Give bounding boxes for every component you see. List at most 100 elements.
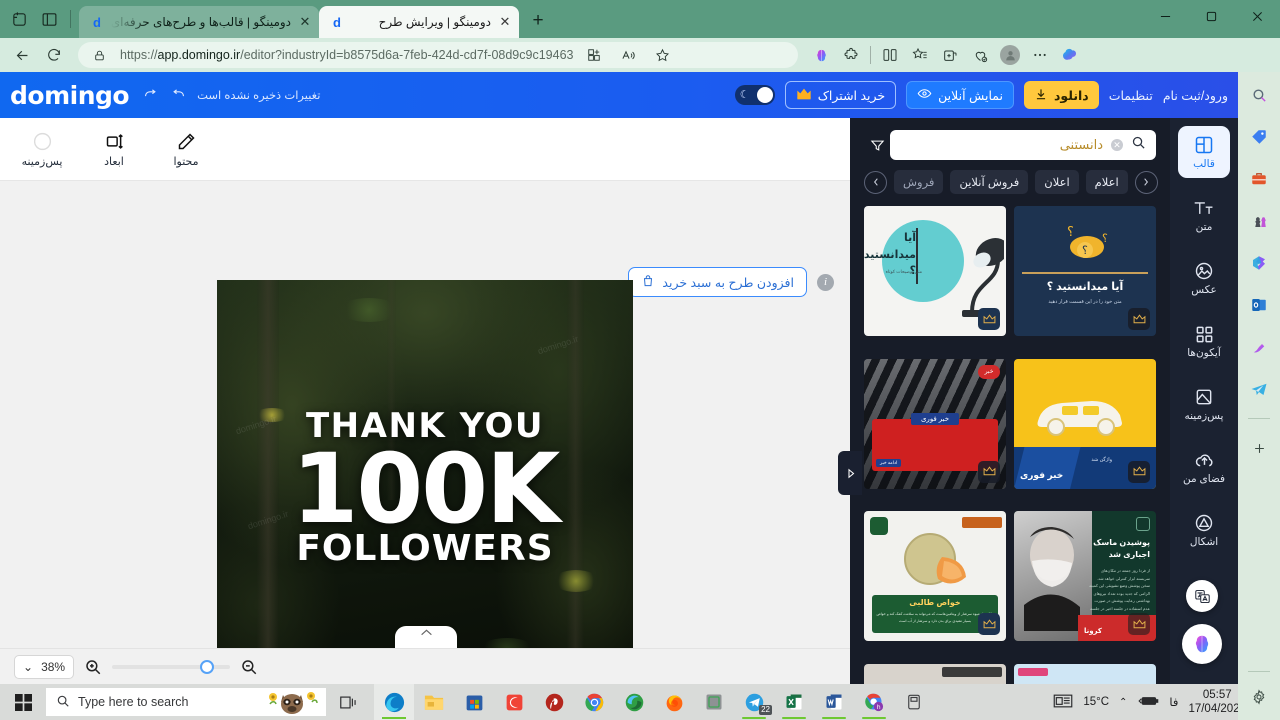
artboard-line-2[interactable]: 100K: [292, 441, 561, 537]
new-tab-button[interactable]: +: [523, 6, 553, 36]
settings-link[interactable]: تنظیمات: [1109, 88, 1153, 103]
zoom-in-icon[interactable]: [84, 658, 102, 676]
taskbar-app-file-explorer-icon[interactable]: [414, 684, 454, 720]
settings-gear-icon[interactable]: [1246, 684, 1272, 710]
refresh-icon[interactable]: [40, 42, 68, 68]
canvas-collapse-handle[interactable]: [395, 626, 457, 648]
search-icon[interactable]: [1246, 82, 1272, 108]
battery-charging-icon[interactable]: [1137, 694, 1159, 711]
split-screen-icon[interactable]: [877, 42, 903, 68]
taskbar-app-notepad-icon[interactable]: [694, 684, 734, 720]
rail-item-icons[interactable]: آیکون‌ها: [1178, 315, 1230, 367]
taskbar-app-microsoft-store-icon[interactable]: [454, 684, 494, 720]
image-creator-icon[interactable]: [1246, 334, 1272, 360]
rail-item-template[interactable]: قالب: [1178, 126, 1230, 178]
taskbar-app-internet-download-manager-icon[interactable]: [614, 684, 654, 720]
tool-content[interactable]: محتوا: [162, 131, 210, 168]
games-icon[interactable]: [1246, 208, 1272, 234]
template-card-mask-mandatory[interactable]: پوشیدن ماسک اجباری شد از فردا روز جمعه د…: [1014, 511, 1156, 641]
taskbar-app-pinterest-icon[interactable]: [534, 684, 574, 720]
zoom-out-icon[interactable]: [240, 658, 258, 676]
split-pane-icon[interactable]: [38, 8, 60, 30]
redo-icon[interactable]: [139, 84, 161, 106]
template-card-did-you-know-lamp[interactable]: آیا میدانستید ؟ متن توضیحات کوتاه: [864, 206, 1006, 336]
download-button[interactable]: دانلود: [1023, 81, 1099, 109]
tools-briefcase-icon[interactable]: [1246, 166, 1272, 192]
rail-item-background[interactable]: پس‌زمینه: [1178, 378, 1230, 430]
info-icon[interactable]: i: [817, 273, 834, 291]
template-card-breaking-news-car[interactable]: خبر فوری واژگن شد: [1014, 358, 1156, 489]
template-card-did-you-know-dark[interactable]: ؟ ؟ ؟ آیا میدانستید ؟ متن خود را در این …: [1014, 206, 1156, 336]
dark-mode-toggle[interactable]: ☾: [734, 85, 775, 105]
profile-avatar-icon[interactable]: [997, 42, 1023, 68]
tool-dimensions[interactable]: ابعاد: [90, 131, 138, 168]
domingo-logo[interactable]: domingo: [10, 81, 130, 110]
outlook-icon[interactable]: [1246, 292, 1272, 318]
template-card-breaking-news-crosswalk[interactable]: خبر خبر فوری ادامه خبر: [864, 358, 1006, 489]
news-weather-icon[interactable]: [1053, 693, 1073, 712]
read-aloud-icon[interactable]: [615, 42, 641, 68]
address-bar[interactable]: /editor?industryId=b8575d6a-7feb-424d-cd…: [78, 42, 798, 68]
office-icon[interactable]: [1246, 250, 1272, 276]
window-close-button[interactable]: [1234, 0, 1280, 32]
browser-tab-1[interactable]: d دومینگو | ویرایش طرح ✕: [319, 6, 519, 38]
collections-grid-icon[interactable]: [581, 42, 607, 68]
translate-button[interactable]: [1186, 580, 1218, 612]
tab-groups-icon[interactable]: [8, 8, 30, 30]
taskbar-app-chrome-profile-icon[interactable]: h: [854, 684, 894, 720]
undo-icon[interactable]: [167, 84, 189, 106]
search-icon[interactable]: [1131, 135, 1146, 155]
templates-panel-toggle[interactable]: [838, 451, 862, 495]
preview-online-button[interactable]: نمایش آنلاین: [906, 81, 1014, 109]
taskbar-app-chrome-icon[interactable]: [574, 684, 614, 720]
language-indicator[interactable]: فا: [1169, 695, 1178, 709]
rail-item-my-space[interactable]: فضای من: [1178, 441, 1230, 493]
taskbar-app-window-icon[interactable]: [894, 684, 934, 720]
tool-background[interactable]: پس‌زمینه: [18, 131, 66, 168]
tab-close-icon[interactable]: ✕: [497, 14, 513, 30]
chips-prev-button[interactable]: [1134, 170, 1158, 194]
zoom-level-select[interactable]: ⌄ 38%: [14, 654, 75, 679]
copilot-icon[interactable]: [1057, 42, 1083, 68]
copilot-brain-icon[interactable]: [808, 42, 834, 68]
clear-x-icon[interactable]: ✕: [1111, 139, 1123, 151]
task-view-icon[interactable]: [326, 684, 370, 720]
taskbar-app-camtasia-icon[interactable]: [494, 684, 534, 720]
zoom-slider[interactable]: [112, 659, 231, 674]
template-search-box[interactable]: دانستنی ✕: [890, 130, 1156, 160]
window-minimize-button[interactable]: [1142, 0, 1188, 32]
copilot-button[interactable]: [1182, 624, 1222, 664]
taskbar-search-box[interactable]: Type here to search: [46, 688, 326, 716]
extensions-puzzle-icon[interactable]: [838, 42, 864, 68]
window-maximize-button[interactable]: [1188, 0, 1234, 32]
favorites-star-list-icon[interactable]: [907, 42, 933, 68]
login-link[interactable]: ورود/ثبت نام: [1163, 88, 1228, 103]
chevron-up-icon[interactable]: ⌃: [1119, 697, 1127, 708]
browser-tab-0[interactable]: d دومینگو | قالب‌ها و طرح‌های حرفه‌ای ✕: [79, 6, 319, 38]
filter-funnel-icon[interactable]: [864, 138, 890, 153]
taskbar-app-firefox-icon[interactable]: [654, 684, 694, 720]
add-icon[interactable]: [1246, 435, 1272, 461]
tab-close-icon[interactable]: ✕: [297, 14, 313, 30]
back-icon[interactable]: [8, 42, 36, 68]
chip-forush[interactable]: فروش: [894, 170, 944, 194]
favorite-star-icon[interactable]: [649, 42, 675, 68]
shopping-tag-icon[interactable]: [1246, 124, 1272, 150]
template-card-melon-benefits[interactable]: خواص طالبی طالبی از میوه سرشار از ویتامی…: [864, 511, 1006, 641]
windows-start-icon[interactable]: [0, 684, 46, 720]
rail-item-text[interactable]: متن: [1178, 189, 1230, 241]
artboard-line-3[interactable]: FOLLOWERS: [296, 531, 553, 567]
taskbar-app-excel-icon[interactable]: [774, 684, 814, 720]
rail-item-shapes[interactable]: اشکال: [1178, 504, 1230, 556]
telegram-icon[interactable]: [1246, 376, 1272, 402]
taskbar-app-word-icon[interactable]: [814, 684, 854, 720]
subscribe-button[interactable]: خرید اشتراک: [784, 81, 897, 109]
chip-elam[interactable]: اعلام: [1085, 170, 1128, 194]
more-settings-icon[interactable]: [1027, 42, 1053, 68]
template-card-partial-bottom-right[interactable]: [864, 663, 1006, 684]
search-input-value[interactable]: دانستنی: [900, 137, 1103, 153]
template-card-partial-bottom-left[interactable]: [1014, 663, 1156, 684]
browser-essentials-icon[interactable]: [967, 42, 993, 68]
rail-item-image[interactable]: عکس: [1178, 252, 1230, 304]
zoom-slider-knob[interactable]: [200, 659, 215, 674]
